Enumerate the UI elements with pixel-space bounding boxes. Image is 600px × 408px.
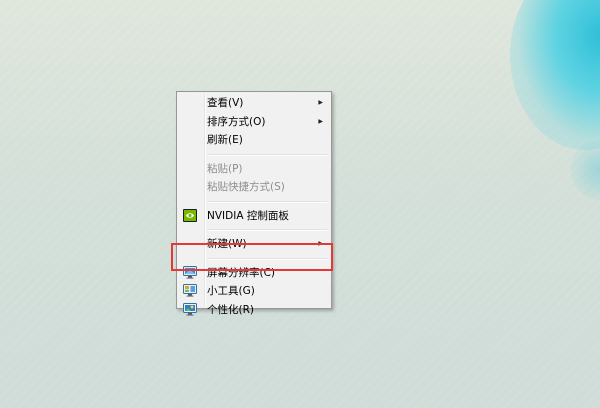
desktop-context-menu: 查看(V) ▶ 排序方式(O) ▶ 刷新(E) 粘贴(P) 粘贴快捷方式(S) …	[176, 91, 332, 316]
menu-item-label: 排序方式(O)	[207, 115, 266, 128]
menu-item-personalize[interactable]: 个性化(R)	[179, 301, 329, 320]
menu-item-nvidia-control-panel[interactable]: NVIDIA 控制面板	[179, 207, 329, 226]
menu-item-label: NVIDIA 控制面板	[207, 209, 289, 222]
menu-item-label: 粘贴(P)	[207, 162, 243, 175]
menu-item-label: 刷新(E)	[207, 134, 243, 146]
personalize-icon	[183, 302, 197, 316]
wallpaper-glow	[510, 0, 600, 150]
menu-item-paste-shortcut: 粘贴快捷方式(S)	[179, 178, 329, 197]
menu-separator	[207, 200, 327, 203]
menu-item-label: 查看(V)	[207, 97, 244, 109]
menu-separator	[207, 153, 327, 156]
desktop[interactable]: 查看(V) ▶ 排序方式(O) ▶ 刷新(E) 粘贴(P) 粘贴快捷方式(S) …	[0, 0, 600, 408]
menu-item-label: 小工具(G)	[207, 285, 255, 297]
menu-item-refresh[interactable]: 刷新(E)	[179, 131, 329, 150]
gadgets-icon	[183, 284, 197, 297]
menu-item-label: 粘贴快捷方式(S)	[207, 181, 285, 193]
submenu-arrow-icon: ▶	[318, 99, 323, 106]
nvidia-icon	[183, 208, 197, 222]
menu-item-view[interactable]: 查看(V) ▶	[179, 94, 329, 113]
submenu-arrow-icon: ▶	[318, 117, 323, 125]
menu-item-label: 个性化(R)	[207, 303, 254, 316]
menu-item-paste: 粘贴(P)	[179, 160, 329, 179]
menu-separator	[207, 229, 327, 231]
highlight-box	[171, 243, 333, 271]
menu-item-sort-by[interactable]: 排序方式(O) ▶	[179, 113, 329, 132]
menu-item-gadgets[interactable]: 小工具(G)	[179, 282, 329, 301]
